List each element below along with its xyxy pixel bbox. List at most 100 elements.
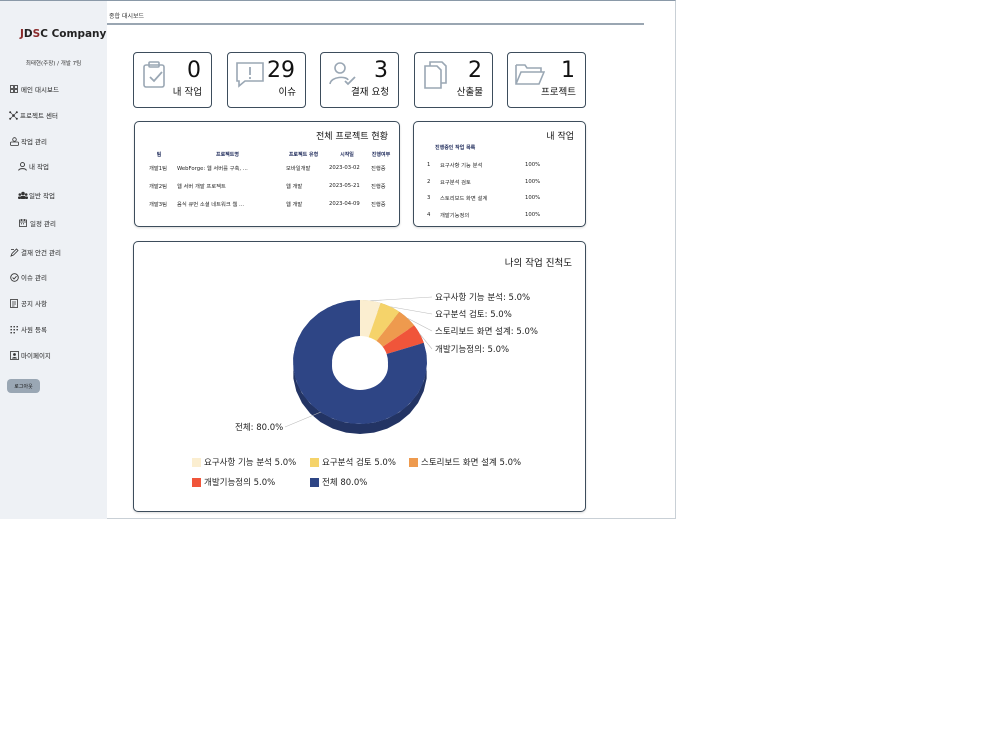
table-header: 진행여부 bbox=[371, 151, 391, 158]
logo-text: Company bbox=[47, 28, 107, 40]
table-cell: 2023-03-02 bbox=[329, 165, 360, 171]
alert-message-icon bbox=[235, 60, 264, 88]
stat-value: 3 bbox=[374, 58, 388, 83]
users-icon bbox=[18, 191, 28, 199]
check-circle-icon bbox=[10, 273, 19, 282]
task-index: 3 bbox=[427, 195, 431, 202]
sidebar-item-label: 이슈 관리 bbox=[21, 274, 47, 282]
stat-value: 29 bbox=[267, 58, 295, 83]
sidebar-item-label: 메인 대시보드 bbox=[21, 86, 59, 94]
table-row[interactable]: 개발1팀 WebForge: 웹 서버를 구축, ... 모바일개발 2023-… bbox=[141, 159, 397, 177]
list-item[interactable]: 3 스토리보드 화면 설계 100% bbox=[427, 190, 557, 207]
user-info: 최태현(주장) / 개발 7팀 bbox=[25, 61, 82, 67]
sidebar-item-label: 사원 등록 bbox=[21, 326, 47, 334]
table-cell: 2023-04-09 bbox=[329, 201, 360, 207]
stat-value: 2 bbox=[468, 58, 482, 83]
task-index: 2 bbox=[427, 178, 431, 185]
calendar-icon bbox=[19, 219, 27, 227]
sidebar-item-project-center[interactable]: 프로젝트 센터 bbox=[9, 110, 58, 120]
stat-label: 결재 요청 bbox=[351, 87, 389, 98]
task-progress: 100% bbox=[525, 211, 541, 218]
network-icon bbox=[9, 111, 18, 120]
sidebar-item-label: 일정 관리 bbox=[30, 220, 56, 228]
sidebar-item-employee-register[interactable]: 사원 등록 bbox=[10, 324, 47, 334]
table-cell: 음식 큐번 소셜 네트워크 웹 ... bbox=[177, 202, 245, 208]
task-progress: 100% bbox=[525, 195, 541, 202]
tasks-icon bbox=[10, 137, 19, 146]
legend-label: 개발기능정의 5.0% bbox=[204, 478, 276, 488]
stat-label: 이슈 bbox=[278, 87, 296, 98]
legend-item[interactable]: 요구사항 기능 분석 5.0% bbox=[192, 456, 296, 468]
my-tasks-card: 내 작업 진행중인 작업 목록 1 요구사항 기능 분석 100% 2 요구분석… bbox=[413, 121, 586, 227]
task-index: 4 bbox=[427, 211, 431, 218]
data-label: 요구분석 검토: 5.0% bbox=[435, 310, 512, 320]
stat-card-approval-requests[interactable]: 3 결재 요청 bbox=[320, 52, 399, 108]
list-item[interactable]: 2 요구분석 검토 100% bbox=[427, 174, 557, 191]
list-icon bbox=[10, 325, 18, 334]
stat-card-projects[interactable]: 1 프로젝트 bbox=[507, 52, 586, 108]
table-cell: 2023-05-21 bbox=[329, 183, 360, 189]
table-row[interactable]: 개발3팀 음식 큐번 소셜 네트워크 웹 ... 웹 개발 2023-04-09… bbox=[141, 195, 397, 213]
sidebar-item-issues[interactable]: 이슈 관리 bbox=[10, 272, 47, 282]
list-item[interactable]: 1 요구사항 기능 분석 100% bbox=[427, 157, 557, 174]
logout-button[interactable]: 로그아웃 bbox=[7, 379, 40, 393]
table-cell: 진행중 bbox=[371, 202, 386, 208]
app-window: JDSC Company 최태현(주장) / 개발 7팀 메인 대시보드 프로젝… bbox=[0, 0, 676, 519]
clipboard-check-icon bbox=[141, 60, 169, 88]
legend-item[interactable]: 요구분석 검토 5.0% bbox=[310, 456, 396, 468]
logo-letter: D bbox=[23, 28, 33, 40]
sidebar: JDSC Company 최태현(주장) / 개발 7팀 메인 대시보드 프로젝… bbox=[0, 1, 107, 519]
table-header: 팀 bbox=[156, 151, 162, 158]
task-progress: 100% bbox=[525, 178, 541, 185]
table-cell: 웹 개발 bbox=[286, 202, 303, 208]
sidebar-item-general-tasks[interactable]: 일반 작업 bbox=[18, 190, 55, 200]
grid-icon bbox=[10, 85, 18, 93]
notice-icon bbox=[10, 299, 18, 308]
sidebar-item-label: 프로젝트 센터 bbox=[20, 112, 58, 120]
data-label: 스토리보드 화면 설계: 5.0% bbox=[435, 327, 538, 337]
legend-swatch bbox=[192, 457, 201, 467]
legend-swatch bbox=[409, 457, 418, 467]
company-logo[interactable]: JDSC Company bbox=[20, 28, 106, 40]
legend-swatch bbox=[310, 477, 319, 487]
table-cell: 진행중 bbox=[371, 184, 386, 190]
sidebar-item-label: 마이페이지 bbox=[21, 352, 51, 360]
data-label: 요구사항 기능 분석: 5.0% bbox=[435, 293, 531, 303]
legend-swatch bbox=[310, 457, 319, 467]
data-label: 개발기능정의: 5.0% bbox=[435, 345, 510, 355]
profile-icon bbox=[10, 351, 19, 360]
legend-item[interactable]: 개발기능정의 5.0% bbox=[192, 476, 275, 488]
progress-chart-card: 나의 작업 진척도 요구사항 기능 분석: 5.0% 요구분석 검토: 5.0% 스… bbox=[133, 241, 586, 512]
table-cell: WebForge: 웹 서버를 구축, ... bbox=[177, 166, 248, 172]
data-label: 전체: 80.0% bbox=[235, 423, 284, 433]
stat-label: 프로젝트 bbox=[541, 87, 576, 98]
legend-label: 요구사항 기능 분석 5.0% bbox=[204, 458, 297, 468]
projects-card: 전체 프로젝트 현황 팀 프로젝트명 프로젝트 유형 시작일 진행여부 개발1팀… bbox=[134, 121, 400, 227]
breadcrumb: 종합 대시보드 bbox=[109, 13, 145, 20]
task-progress: 100% bbox=[525, 162, 541, 169]
sidebar-item-label: 작업 관리 bbox=[21, 138, 47, 146]
sidebar-item-my-tasks[interactable]: 내 작업 bbox=[18, 161, 49, 171]
task-name: 요구사항 기능 분석 bbox=[440, 163, 483, 170]
stat-card-issues[interactable]: 29 이슈 bbox=[227, 52, 306, 108]
sidebar-item-mypage[interactable]: 마이페이지 bbox=[10, 350, 51, 360]
legend-item[interactable]: 스토리보드 화면 설계 5.0% bbox=[409, 456, 521, 468]
stat-value: 1 bbox=[561, 58, 575, 83]
folder-icon bbox=[515, 60, 546, 88]
table-cell: 개발2팀 bbox=[149, 184, 167, 190]
legend-item[interactable]: 전체 80.0% bbox=[310, 476, 367, 488]
stat-label: 산출물 bbox=[456, 87, 483, 98]
sidebar-item-approval[interactable]: 결재 안건 관리 bbox=[10, 247, 61, 257]
sidebar-item-main-dashboard[interactable]: 메인 대시보드 bbox=[10, 84, 59, 94]
sidebar-item-label: 결재 안건 관리 bbox=[21, 249, 62, 257]
sidebar-item-notices[interactable]: 공지 사항 bbox=[10, 298, 47, 308]
table-row[interactable]: 개발2팀 웹 서버 개발 프로젝트 웹 개발 2023-05-21 진행중 bbox=[141, 177, 397, 195]
task-index: 1 bbox=[427, 162, 431, 169]
sidebar-item-task-management[interactable]: 작업 관리 bbox=[10, 136, 47, 146]
table-cell: 진행중 bbox=[371, 166, 386, 172]
stat-card-my-tasks[interactable]: 0 내 작업 bbox=[133, 52, 212, 108]
list-item[interactable]: 4 개발기능정의 100% bbox=[427, 207, 557, 224]
task-name: 개발기능정의 bbox=[440, 212, 470, 219]
stat-card-deliverables[interactable]: 2 산출물 bbox=[414, 52, 493, 108]
sidebar-item-schedule[interactable]: 일정 관리 bbox=[19, 218, 56, 228]
